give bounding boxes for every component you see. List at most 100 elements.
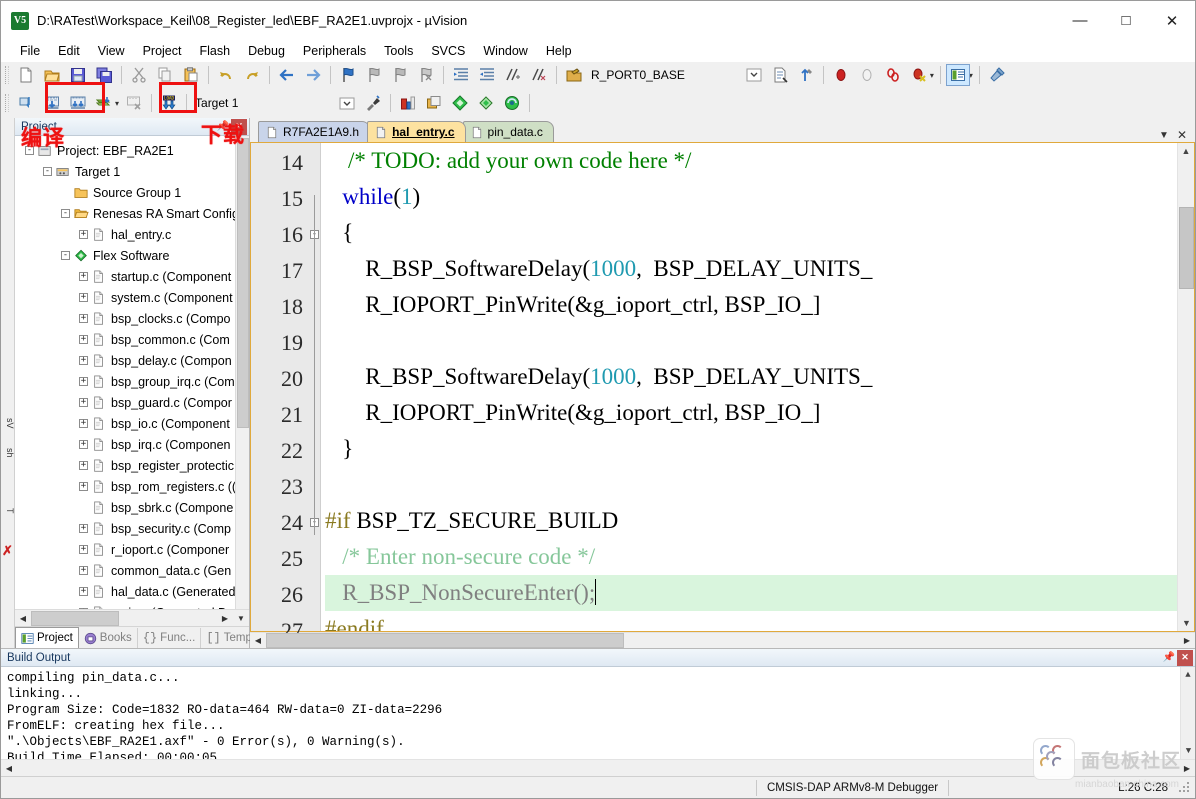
bookmark-toggle-icon[interactable] [336,64,360,86]
bookmark-clear-icon[interactable] [414,64,438,86]
options-target-icon[interactable] [985,64,1009,86]
build-output-text[interactable]: compiling pin_data.c... linking... Program… [1,667,1195,759]
editor-tab-pin-data[interactable]: pin_data.c [462,121,554,142]
expand-icon[interactable]: + [79,272,88,281]
bookmark-prev-icon[interactable] [362,64,386,86]
symbol-dropdown-icon[interactable] [742,64,766,86]
code-line[interactable]: } [325,431,1177,467]
toolbar-grip[interactable] [5,94,9,112]
tree-item[interactable]: bsp_sbrk.c (Compone [15,497,249,518]
undo-icon[interactable] [214,64,238,86]
save-icon[interactable] [66,64,90,86]
stop-build-icon[interactable] [122,92,146,114]
bookmark-next-icon[interactable] [388,64,412,86]
navigate-back-icon[interactable] [275,64,299,86]
code-line[interactable]: #if BSP_TZ_SECURE_BUILD [325,503,1177,539]
code-line[interactable]: while(1) [325,179,1177,215]
expand-icon[interactable]: + [79,335,88,344]
tree-item[interactable]: - Target 1 [15,161,249,182]
chevron-down-icon[interactable]: ▼ [1159,130,1169,141]
stop-debug-icon[interactable] [855,64,879,86]
pack-installer-icon[interactable] [448,92,472,114]
redo-icon[interactable] [240,64,264,86]
expand-icon[interactable]: + [79,419,88,428]
kill-breakpoints-icon[interactable] [907,64,931,86]
editor-vscroll-thumb[interactable] [1179,207,1194,289]
editor-vscrollbar[interactable]: ▲ ▼ [1177,143,1194,631]
tree-item[interactable]: + common_data.c (Gen [15,560,249,581]
expand-icon[interactable]: + [79,440,88,449]
toolbar-grip[interactable] [5,66,9,84]
comment-lines-icon[interactable] [501,64,525,86]
tree-item[interactable]: + startup.c (Component [15,266,249,287]
collapse-icon[interactable]: - [61,209,70,218]
new-file-icon[interactable] [14,64,38,86]
batch-build-icon[interactable] [92,92,116,114]
code-line[interactable] [325,323,1177,359]
editor-code[interactable]: /* TODO: add your own code here */ while… [321,143,1177,631]
editor-fold-column[interactable]: -- [309,143,321,631]
menu-flash[interactable]: Flash [190,42,239,60]
tree-item[interactable]: + bsp_delay.c (Compon [15,350,249,371]
code-line[interactable] [325,467,1177,503]
rebuild-all-icon[interactable] [66,92,90,114]
scroll-right-icon[interactable]: ▶ [217,610,233,626]
browse-symbol-icon[interactable] [562,64,586,86]
close-icon[interactable]: ✕ [1177,128,1187,142]
build-hscroll-track[interactable] [17,760,1179,776]
expand-icon[interactable]: + [79,482,88,491]
code-line[interactable]: { [325,215,1177,251]
close-button[interactable]: ✕ [1149,1,1195,40]
translate-file-icon[interactable] [14,92,38,114]
tree-item[interactable]: - Renesas RA Smart Config [15,203,249,224]
menu-project[interactable]: Project [134,42,191,60]
code-line[interactable]: /* TODO: add your own code here */ [325,143,1177,179]
tree-item[interactable]: + bsp_group_irq.c (Com [15,371,249,392]
manage-run-time-env-icon[interactable] [396,92,420,114]
tree-item[interactable]: + bsp_irq.c (Componen [15,434,249,455]
resize-grip-icon[interactable] [1178,780,1192,795]
editor-hscrollbar[interactable]: ◀ ▶ [250,631,1195,648]
tree-item[interactable]: + bsp_security.c (Comp [15,518,249,539]
scroll-more-icon[interactable]: ▼ [233,610,249,626]
menu-help[interactable]: Help [537,42,581,60]
project-hscroll-thumb[interactable] [31,610,119,626]
project-tree-vscrollbar[interactable] [235,136,249,609]
expand-icon[interactable]: + [79,608,88,609]
scroll-left-icon[interactable]: ◀ [1,760,17,776]
find-in-files-icon[interactable] [768,64,792,86]
open-file-icon[interactable] [40,64,64,86]
tree-item[interactable]: + bsp_rom_registers.c (( [15,476,249,497]
save-all-icon[interactable] [92,64,116,86]
scroll-up-icon[interactable]: ▲ [1178,143,1194,159]
left-strip-tab-1[interactable]: sV [1,418,15,429]
collapse-icon[interactable]: - [43,167,52,176]
project-hscroll-track[interactable] [31,610,217,626]
expand-icon[interactable]: + [79,230,88,239]
expand-icon[interactable]: + [79,377,88,386]
indent-right-icon[interactable] [449,64,473,86]
manage-project-items-icon[interactable] [361,92,385,114]
code-line[interactable]: R_BSP_SoftwareDelay(1000, BSP_DELAY_UNIT… [325,251,1177,287]
project-tree[interactable]: - Project: EBF_RA2E1- Target 1 Source Group… [15,136,249,609]
tree-item[interactable]: + r_ioport.c (Componer [15,539,249,560]
tree-item[interactable]: + hal_entry.c [15,224,249,245]
window-layout-icon[interactable] [945,64,970,86]
build-output-hscrollbar[interactable]: ◀ ▶ [1,759,1195,776]
smart-configurator-icon[interactable] [500,92,524,114]
editor-tab-header-file[interactable]: R7FA2E1A9.h [258,121,371,142]
project-tree-hscrollbar[interactable]: ◀ ▶ ▼ [15,609,249,626]
tree-item[interactable]: Source Group 1 [15,182,249,203]
expand-icon[interactable]: + [79,461,88,470]
editor-tab-hal-entry[interactable]: hal_entry.c [367,121,466,142]
scroll-right-icon[interactable]: ▶ [1179,760,1195,776]
minimize-button[interactable]: — [1057,1,1103,40]
expand-icon[interactable]: + [79,566,88,575]
collapse-icon[interactable]: - [61,251,70,260]
menu-tools[interactable]: Tools [375,42,422,60]
left-strip-tab-3[interactable]: T [1,508,15,514]
pin-icon[interactable]: 📌 [1161,650,1177,666]
editor-hscroll-track[interactable] [266,632,1179,648]
tree-item[interactable]: + system.c (Component [15,287,249,308]
menu-view[interactable]: View [89,42,134,60]
